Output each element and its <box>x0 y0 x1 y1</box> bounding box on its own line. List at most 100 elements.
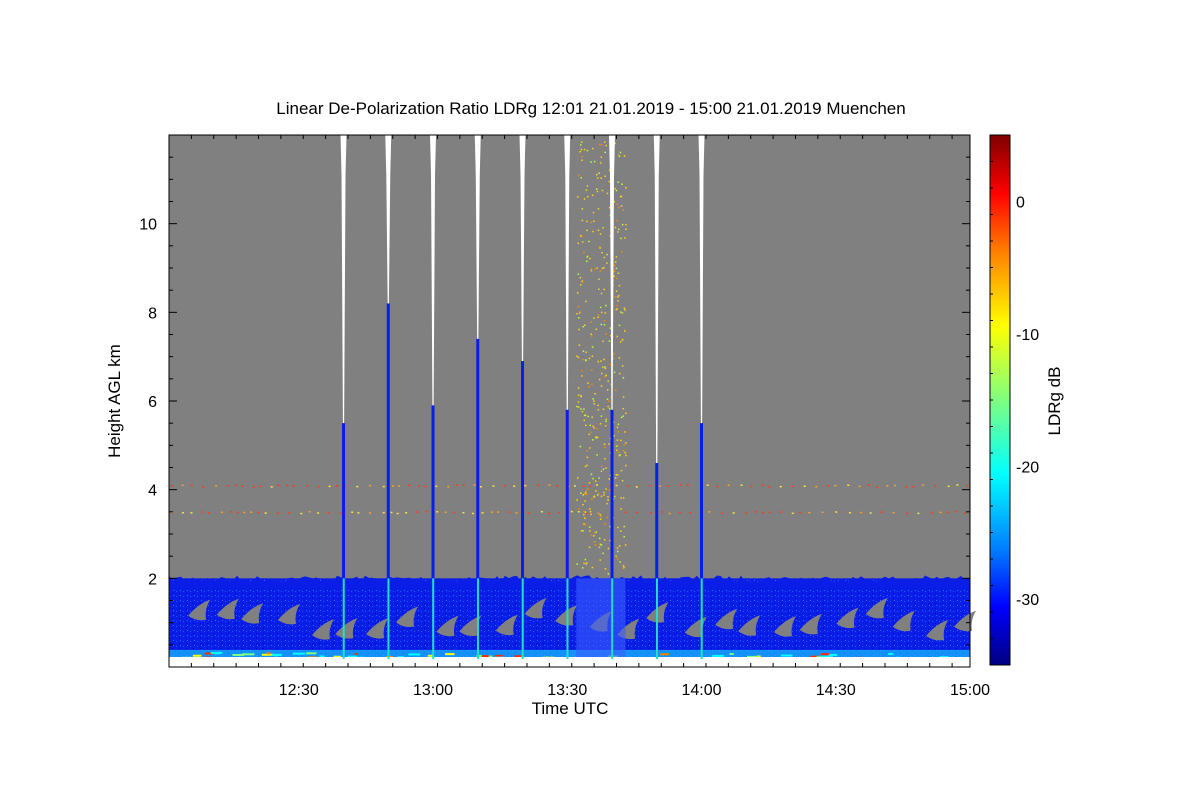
scatter-dot <box>602 468 605 470</box>
scatter-dot <box>590 321 592 323</box>
scatter-dot <box>624 544 627 546</box>
scatter-dot <box>581 208 584 210</box>
scatter-dot <box>586 456 589 459</box>
scatter-dot <box>620 497 622 499</box>
scatter-dot <box>580 492 582 494</box>
scatter-dot <box>602 226 604 229</box>
streak-echo <box>610 409 614 579</box>
scatter-dot <box>607 405 609 408</box>
band-dot <box>956 484 959 486</box>
band-dot <box>328 485 331 488</box>
scatter-dot <box>603 323 606 326</box>
scatter-dot <box>594 541 596 543</box>
y-tick-label: 8 <box>148 305 157 322</box>
scatter-dot <box>599 144 601 146</box>
scatter-dot <box>620 508 622 510</box>
scatter-dot <box>593 402 596 405</box>
scatter-dot <box>618 357 621 359</box>
scatter-dot <box>618 372 621 375</box>
band-dot <box>892 511 895 514</box>
band-dot <box>277 484 280 487</box>
surface-speckle <box>408 653 421 656</box>
scatter-dot <box>581 241 584 243</box>
streak-echo <box>386 303 390 579</box>
scatter-dot <box>591 416 593 418</box>
cbar-tick-label: -10 <box>1016 327 1039 344</box>
scatter-dot <box>608 407 611 410</box>
scatter-dot <box>601 252 603 254</box>
scatter-dot <box>584 558 587 561</box>
scatter-dot <box>595 490 597 492</box>
band-dot <box>220 511 223 514</box>
band-dot <box>390 511 393 514</box>
scatter-dot <box>620 416 623 419</box>
scatter-dot <box>593 160 596 163</box>
scatter-dot <box>582 494 585 496</box>
scatter-dot <box>624 237 626 239</box>
band-dot <box>768 486 771 488</box>
surface-speckle <box>820 653 830 656</box>
scatter-dot <box>592 425 594 427</box>
scatter-dot <box>625 187 627 189</box>
scatter-dot <box>619 341 622 343</box>
scatter-dot <box>620 530 622 532</box>
scatter-dot <box>615 256 618 258</box>
band-dot <box>780 511 783 513</box>
band-dot <box>750 485 753 488</box>
scatter-dot <box>597 492 600 495</box>
y-tick-label: 6 <box>148 394 157 411</box>
band-dot <box>515 512 518 514</box>
surface-speckle <box>271 653 282 656</box>
scatter-dot <box>604 458 606 460</box>
scatter-dot <box>596 436 599 439</box>
band-dot <box>548 512 551 515</box>
scatter-dot <box>578 317 580 319</box>
scatter-dot <box>616 426 619 429</box>
scatter-dot <box>590 473 593 476</box>
band-dot <box>966 485 969 487</box>
band-dot <box>589 485 592 488</box>
scatter-dot <box>590 534 593 537</box>
scatter-dot <box>618 324 621 327</box>
band-dot <box>418 485 421 487</box>
band-dot <box>860 511 863 514</box>
band-dot <box>264 512 267 514</box>
scatter-dot <box>599 162 602 164</box>
scatter-dot <box>604 375 606 378</box>
scatter-dot <box>594 480 597 482</box>
scatter-dot <box>616 296 619 298</box>
surface-speckle <box>660 653 670 656</box>
scatter-dot <box>614 187 616 190</box>
band-dot <box>963 512 966 514</box>
band-dot <box>327 511 330 514</box>
streak-core <box>521 578 524 659</box>
scatter-dot <box>593 400 595 402</box>
scatter-dot <box>617 444 619 447</box>
cbar-tick-label: -30 <box>1016 592 1039 609</box>
scatter-dot <box>622 339 624 341</box>
scatter-dot <box>600 415 603 417</box>
scatter-dot <box>600 143 603 146</box>
y-axis-label: Height AGL km <box>105 344 124 458</box>
scatter-dot <box>582 513 585 516</box>
scatter-dot <box>619 561 621 563</box>
scatter-dot <box>577 356 580 359</box>
band-dot <box>286 484 289 487</box>
band-dot <box>190 484 193 487</box>
scatter-dot <box>622 449 625 452</box>
band-dot <box>396 512 399 515</box>
band-dot <box>308 511 311 513</box>
band-dot <box>473 484 476 486</box>
band-dot <box>917 512 920 515</box>
band-dot <box>586 512 589 514</box>
y-tick-label: 4 <box>148 483 157 500</box>
scatter-dot <box>623 535 625 538</box>
streak-echo <box>342 423 346 579</box>
band-dot <box>570 510 573 513</box>
band-dot <box>492 485 495 487</box>
scatter-dot <box>598 546 601 549</box>
scatter-dot <box>601 267 604 270</box>
band-dot <box>259 485 262 488</box>
scatter-dot <box>608 340 611 342</box>
scatter-dot <box>588 482 591 484</box>
